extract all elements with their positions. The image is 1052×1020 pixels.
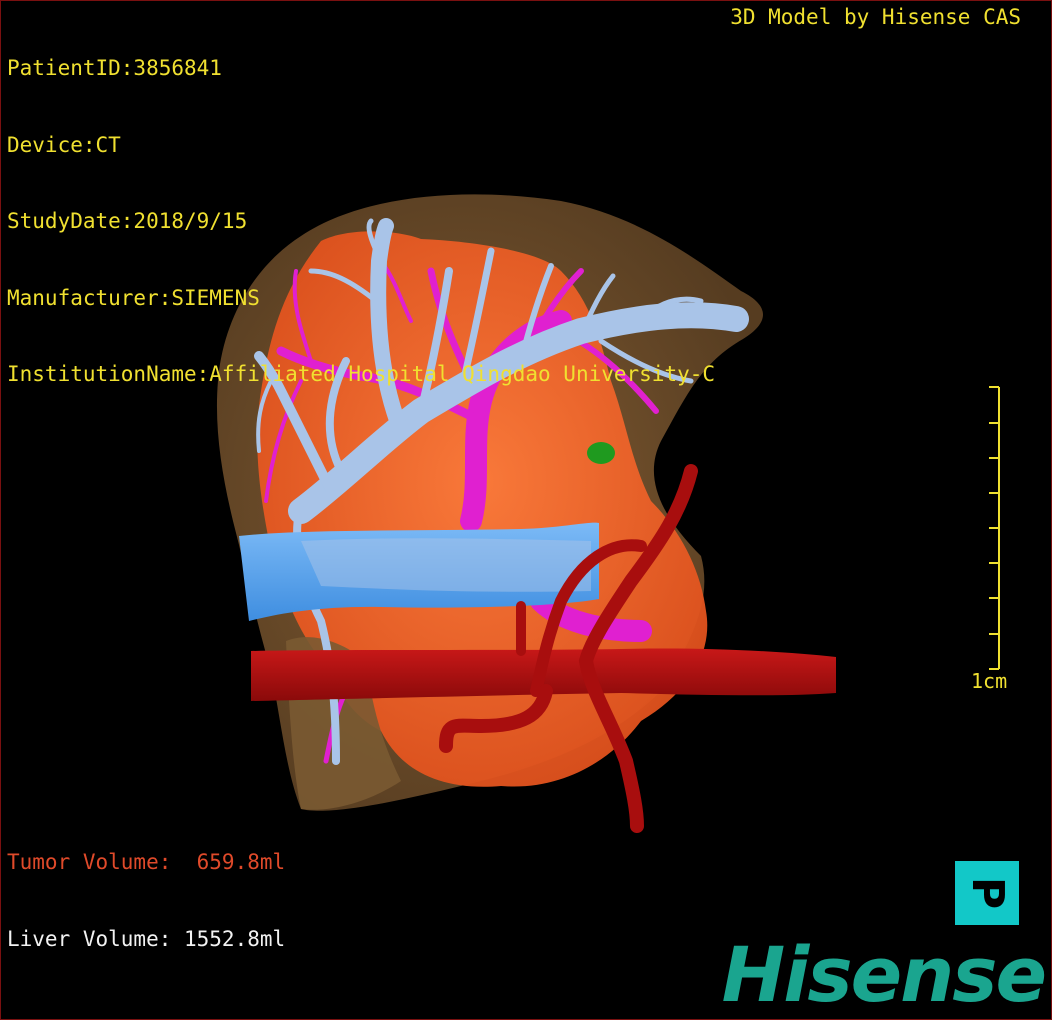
patient-id: PatientID:3856841 xyxy=(7,56,222,80)
3d-viewport[interactable]: PatientID:3856841 Device:CT StudyDate:20… xyxy=(0,0,1052,1020)
volume-readout: Tumor Volume: 659.8ml Liver Volume: 1552… xyxy=(7,799,285,1003)
hisense-logo: Hisense xyxy=(721,930,1047,1019)
scale-bar xyxy=(989,386,1000,670)
liver-volume: Liver Volume: 1552.8ml xyxy=(7,926,286,951)
study-info: PatientID:3856841 Device:CT StudyDate:20… xyxy=(7,5,715,439)
manufacturer: Manufacturer:SIEMENS xyxy=(7,285,260,310)
device: Device:CT xyxy=(7,132,121,157)
orientation-label: P xyxy=(962,876,1013,910)
orientation-cube[interactable]: P xyxy=(955,861,1019,925)
model-credit: 3D Model by Hisense CAS xyxy=(730,5,1021,29)
tumor-volume: Tumor Volume: 659.8ml xyxy=(7,850,286,874)
scale-bar-label: 1cm xyxy=(971,669,1008,693)
institution-name: InstitutionName:Affiliated Hospital Qing… xyxy=(7,362,716,386)
study-date: StudyDate:2018/9/15 xyxy=(7,209,248,233)
lesion-green xyxy=(587,442,615,464)
